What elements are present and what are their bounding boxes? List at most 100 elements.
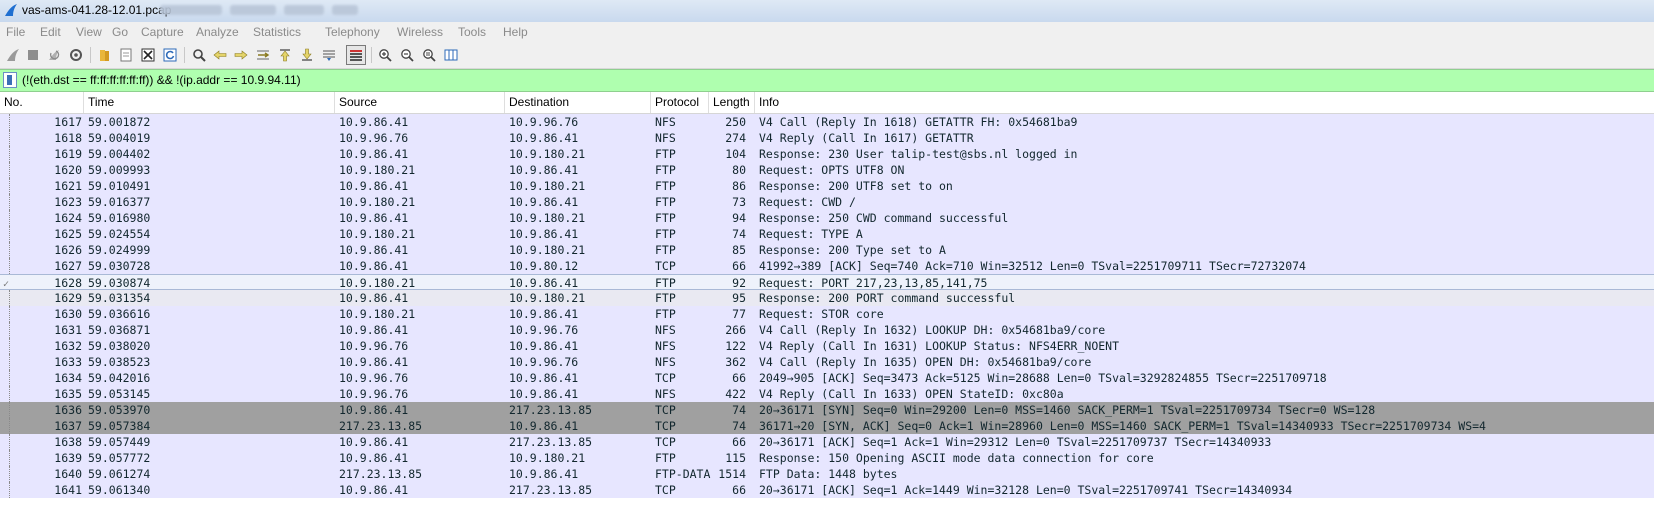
packet-destination: 217.23.13.85 (509, 403, 593, 417)
menu-go[interactable]: Go (112, 25, 128, 39)
shark-fin-start-icon[interactable] (4, 46, 22, 64)
packet-time: 59.004402 (88, 147, 151, 161)
autoscroll-icon[interactable] (320, 46, 338, 64)
back-arrow-icon[interactable] (211, 46, 229, 64)
stop-icon[interactable] (24, 46, 42, 64)
packet-destination: 10.9.96.76 (509, 355, 579, 369)
packet-list: 1617 59.001872 10.9.86.41 10.9.96.76 NFS 250 V… (0, 114, 1654, 498)
wireshark-fin-icon (5, 4, 17, 16)
close-file-icon[interactable] (139, 46, 157, 64)
menu-file[interactable]: File (6, 25, 25, 39)
display-filter-input[interactable]: (!(eth.dst == ff:ff:ff:ff:ff:ff)) && !(i… (22, 73, 301, 87)
packet-number: 1628 (54, 276, 82, 290)
packet-row[interactable]: 1637 59.057384 217.23.13.85 10.9.86.41 TCP 74… (0, 418, 1654, 434)
column-header-info[interactable]: Info (755, 92, 1654, 113)
packet-list-header: No. Time Source Destination Protocol Len… (0, 92, 1654, 114)
packet-row[interactable]: 1619 59.004402 10.9.86.41 10.9.180.21 FTP 104… (0, 146, 1654, 162)
packet-row[interactable]: 1635 59.053145 10.9.96.76 10.9.86.41 NFS 422 V… (0, 386, 1654, 402)
column-header-no[interactable]: No. (0, 92, 84, 113)
find-icon[interactable] (190, 46, 208, 64)
packet-info: V4 Call (Reply In 1618) GETATTR FH: 0x54… (759, 115, 1078, 129)
column-header-source[interactable]: Source (335, 92, 505, 113)
packet-row[interactable]: 1624 59.016980 10.9.86.41 10.9.180.21 FTP 94 R… (0, 210, 1654, 226)
packet-number: 1623 (54, 195, 82, 209)
open-folder-icon[interactable] (96, 46, 114, 64)
colorize-icon[interactable] (346, 45, 366, 65)
packet-destination: 10.9.180.21 (509, 179, 586, 193)
zoom-out-icon[interactable] (398, 46, 416, 64)
packet-row[interactable]: 1639 59.057772 10.9.86.41 10.9.180.21 FTP 115… (0, 450, 1654, 466)
menu-help[interactable]: Help (503, 25, 528, 39)
packet-info: FTP Data: 1448 bytes (759, 467, 898, 481)
column-header-protocol[interactable]: Protocol (651, 92, 709, 113)
capture-options-icon[interactable] (67, 46, 85, 64)
packet-row[interactable]: 1621 59.010491 10.9.86.41 10.9.180.21 FTP 86 R… (0, 178, 1654, 194)
packet-info: V4 Reply (Call In 1617) GETATTR (759, 131, 974, 145)
packet-destination: 10.9.180.21 (509, 147, 586, 161)
menu-tools[interactable]: Tools (458, 25, 486, 39)
toolbar-separator (184, 47, 185, 63)
zoom-in-icon[interactable] (376, 46, 394, 64)
toolbar-separator (371, 47, 372, 63)
packet-source: 10.9.86.41 (339, 179, 409, 193)
packet-row[interactable]: 1627 59.030728 10.9.86.41 10.9.80.12 TCP 66 41… (0, 258, 1654, 274)
menu-analyze[interactable]: Analyze (196, 25, 239, 39)
packet-row[interactable]: 1630 59.036616 10.9.180.21 10.9.86.41 FTP 77 R… (0, 306, 1654, 322)
packet-number: 1619 (54, 147, 82, 161)
column-header-destination[interactable]: Destination (505, 92, 651, 113)
packet-row[interactable]: 1631 59.036871 10.9.86.41 10.9.96.76 NFS 266 V… (0, 322, 1654, 338)
resize-columns-icon[interactable] (442, 46, 460, 64)
packet-info: V4 Call (Reply In 1632) LOOKUP DH: 0x546… (759, 323, 1106, 337)
packet-number: 1630 (54, 307, 82, 321)
restart-icon[interactable] (45, 46, 63, 64)
packet-time: 59.024999 (88, 243, 151, 257)
menu-telephony[interactable]: Telephony (325, 25, 380, 39)
packet-protocol: TCP (655, 371, 676, 385)
packet-time: 59.024554 (88, 227, 151, 241)
packet-row[interactable]: 1641 59.061340 10.9.86.41 217.23.13.85 TCP 66… (0, 482, 1654, 498)
packet-row[interactable]: 1620 59.009993 10.9.180.21 10.9.86.41 FTP 80 R… (0, 162, 1654, 178)
packet-number: 1634 (54, 371, 82, 385)
file-set-icon[interactable] (117, 46, 135, 64)
packet-row[interactable]: 1617 59.001872 10.9.86.41 10.9.96.76 NFS 250 V… (0, 114, 1654, 130)
packet-number: 1617 (54, 115, 82, 129)
menu-wireless[interactable]: Wireless (397, 25, 443, 39)
bookmark-icon[interactable] (3, 72, 17, 88)
packet-source: 10.9.180.21 (339, 307, 416, 321)
packet-row[interactable]: 1626 59.024999 10.9.86.41 10.9.180.21 FTP 85 R… (0, 242, 1654, 258)
packet-number: 1638 (54, 435, 82, 449)
menu-edit[interactable]: Edit (40, 25, 61, 39)
column-header-length[interactable]: Length (709, 92, 755, 113)
packet-source: 217.23.13.85 (339, 419, 423, 433)
packet-info: Response: 200 Type set to A (759, 243, 946, 257)
packet-row[interactable]: 1623 59.016377 10.9.180.21 10.9.86.41 FTP 73 R… (0, 194, 1654, 210)
first-packet-icon[interactable] (276, 46, 294, 64)
packet-protocol: FTP (655, 211, 676, 225)
packet-protocol: TCP (655, 483, 676, 497)
packet-length: 74 (732, 403, 746, 417)
packet-row[interactable]: 1634 59.042016 10.9.96.76 10.9.86.41 TCP 66 20… (0, 370, 1654, 386)
packet-protocol: NFS (655, 323, 676, 337)
forward-arrow-icon[interactable] (232, 46, 250, 64)
packet-number: 1625 (54, 227, 82, 241)
packet-row[interactable]: 1636 59.053970 10.9.86.41 217.23.13.85 TCP 74… (0, 402, 1654, 418)
packet-row[interactable]: 1640 59.061274 217.23.13.85 10.9.86.41 FTP-D… (0, 466, 1654, 482)
column-header-time[interactable]: Time (84, 92, 335, 113)
packet-row[interactable]: 1632 59.038020 10.9.96.76 10.9.86.41 NFS 122 V… (0, 338, 1654, 354)
packet-row[interactable]: 1629 59.031354 10.9.86.41 10.9.180.21 FTP 95 R… (0, 290, 1654, 306)
reload-icon[interactable] (161, 46, 179, 64)
packet-source: 10.9.86.41 (339, 243, 409, 257)
packet-info: Request: STOR core (759, 307, 884, 321)
last-packet-icon[interactable] (298, 46, 316, 64)
menu-statistics[interactable]: Statistics (253, 25, 301, 39)
packet-row[interactable]: ✓ 1628 59.030874 10.9.180.21 10.9.86.41 FTP 92… (0, 274, 1654, 290)
zoom-normal-icon[interactable] (420, 46, 438, 64)
go-to-packet-icon[interactable] (254, 46, 272, 64)
packet-row[interactable]: 1618 59.004019 10.9.96.76 10.9.86.41 NFS 274 V… (0, 130, 1654, 146)
packet-row[interactable]: 1633 59.038523 10.9.86.41 10.9.96.76 NFS 362 V… (0, 354, 1654, 370)
packet-row[interactable]: 1625 59.024554 10.9.180.21 10.9.86.41 FTP 74 R… (0, 226, 1654, 242)
menu-capture[interactable]: Capture (141, 25, 184, 39)
packet-row[interactable]: 1638 59.057449 10.9.86.41 217.23.13.85 TCP 66… (0, 434, 1654, 450)
menu-view[interactable]: View (76, 25, 102, 39)
packet-destination: 10.9.180.21 (509, 211, 586, 225)
